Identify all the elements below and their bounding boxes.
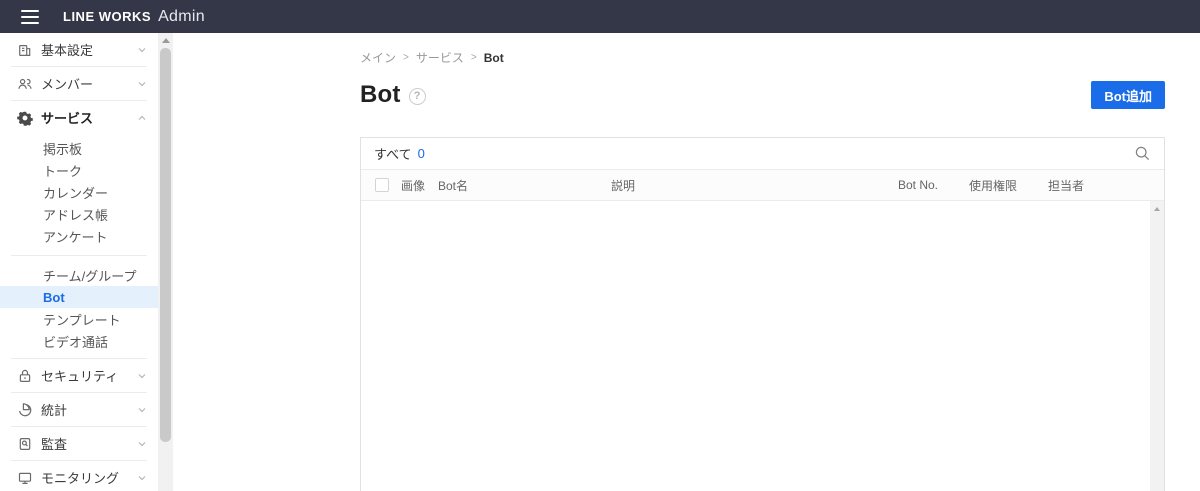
column-header-owner: 担当者 xyxy=(1048,178,1085,193)
select-all-checkbox[interactable] xyxy=(375,178,389,192)
sidebar-subitem-bot[interactable]: Bot xyxy=(0,286,158,308)
sidebar-scrollbar-thumb[interactable] xyxy=(160,48,171,442)
subitem-label: カレンダー xyxy=(43,185,109,201)
chevron-down-icon xyxy=(136,370,148,382)
product-name: Admin xyxy=(158,7,205,25)
services-submenu: 掲示板 トーク カレンダー アドレス帳 アンケート チーム/グループ Bot テ… xyxy=(0,134,158,358)
page-title: Bot xyxy=(360,81,401,108)
sidebar-subitem-team-group[interactable]: チーム/グループ xyxy=(0,264,158,286)
breadcrumb: メイン > サービス > Bot xyxy=(360,33,1165,66)
column-header-bot-no: Bot No. xyxy=(898,178,939,192)
bot-table-panel: すべて 0 画像 Bot名 説明 Bot No. 使用権限 担当者 xyxy=(360,137,1165,491)
monitor-icon xyxy=(17,470,33,486)
sidebar-subitem-survey[interactable]: アンケート xyxy=(0,225,158,247)
subitem-label: チーム/グループ xyxy=(43,268,137,284)
sidebar-item-basic-settings[interactable]: 基本設定 xyxy=(0,33,158,66)
column-header-bot-name: Bot名 xyxy=(438,178,469,193)
subitem-label: トーク xyxy=(43,163,83,179)
chevron-down-icon xyxy=(136,438,148,450)
members-icon xyxy=(17,76,33,92)
sidebar-item-audit[interactable]: 監査 xyxy=(0,427,158,460)
sidebar-item-label: メンバー xyxy=(41,77,94,92)
lock-icon xyxy=(17,368,33,384)
column-header-permission: 使用権限 xyxy=(969,178,1018,193)
hamburger-menu-icon[interactable] xyxy=(21,9,39,24)
sidebar-item-services[interactable]: サービス xyxy=(0,101,158,134)
sidebar-subitem-board[interactable]: 掲示板 xyxy=(0,137,158,159)
sidebar-subitem-template[interactable]: テンプレート xyxy=(0,308,158,330)
topbar: LINE WORKS Admin xyxy=(0,0,1200,33)
sidebar-subitem-talk[interactable]: トーク xyxy=(0,159,158,181)
chevron-up-icon xyxy=(136,112,148,124)
pie-chart-icon xyxy=(17,402,33,418)
sidebar-item-statistics[interactable]: 統計 xyxy=(0,393,158,426)
sidebar-item-monitoring[interactable]: モニタリング xyxy=(0,461,158,491)
sidebar-item-label: サービス xyxy=(41,111,94,126)
sidebar-item-label: 監査 xyxy=(41,437,68,452)
sidebar-scrollbar[interactable] xyxy=(158,33,173,491)
breadcrumb-services[interactable]: サービス xyxy=(416,49,464,66)
scroll-up-arrow-icon[interactable] xyxy=(158,33,173,47)
chevron-down-icon xyxy=(136,44,148,56)
breadcrumb-current: Bot xyxy=(483,50,504,65)
subitem-label: Bot xyxy=(43,289,65,305)
add-bot-button[interactable]: Bot追加 xyxy=(1091,81,1165,109)
table-body-empty xyxy=(361,201,1164,491)
table-header-row: 画像 Bot名 説明 Bot No. 使用権限 担当者 xyxy=(361,170,1164,201)
subitem-label: テンプレート xyxy=(43,312,121,328)
sidebar-subitem-calendar[interactable]: カレンダー xyxy=(0,181,158,203)
sidebar-item-members[interactable]: メンバー xyxy=(0,67,158,100)
chevron-down-icon xyxy=(136,472,148,484)
sidebar-item-label: 基本設定 xyxy=(41,43,94,58)
building-icon xyxy=(17,42,33,58)
sidebar: 基本設定 メンバー サービス 掲示板 トーク カレンダー アドレス帳 アンケート… xyxy=(0,33,158,491)
audit-search-icon xyxy=(17,436,33,452)
help-icon[interactable]: ? xyxy=(408,87,426,105)
brand-logo: LINE WORKS xyxy=(63,9,152,24)
submenu-divider xyxy=(11,255,147,256)
table-scrollbar[interactable] xyxy=(1150,201,1164,491)
main-content: メイン > サービス > Bot Bot ? Bot追加 すべて 0 画像 Bo… xyxy=(173,33,1200,491)
title-row: Bot ? Bot追加 xyxy=(360,81,1165,109)
chevron-down-icon xyxy=(136,78,148,90)
filter-tab-count[interactable]: 0 xyxy=(418,146,425,161)
column-header-image: 画像 xyxy=(401,178,426,193)
sidebar-item-label: 統計 xyxy=(41,403,68,418)
sidebar-item-label: セキュリティ xyxy=(41,369,119,384)
line-works-admin-window: LINE WORKS Admin 基本設定 メンバー サービス 掲示板 トーク … xyxy=(0,0,1200,491)
scroll-up-arrow-icon[interactable] xyxy=(1150,203,1164,215)
breadcrumb-separator: > xyxy=(403,51,409,64)
search-icon[interactable] xyxy=(1133,145,1151,163)
gear-icon xyxy=(17,110,33,126)
breadcrumb-separator: > xyxy=(470,51,477,64)
breadcrumb-main[interactable]: メイン xyxy=(360,49,396,66)
sidebar-item-security[interactable]: セキュリティ xyxy=(0,359,158,392)
table-filter-bar: すべて 0 xyxy=(361,138,1164,170)
sidebar-item-label: モニタリング xyxy=(41,471,120,486)
subitem-label: アンケート xyxy=(43,229,108,245)
subitem-label: アドレス帳 xyxy=(43,207,109,223)
sidebar-subitem-video-call[interactable]: ビデオ通話 xyxy=(0,330,158,352)
filter-tab-all[interactable]: すべて xyxy=(374,144,412,163)
sidebar-subitem-contacts[interactable]: アドレス帳 xyxy=(0,203,158,225)
subitem-label: ビデオ通話 xyxy=(43,334,109,350)
column-header-description: 説明 xyxy=(611,178,636,193)
chevron-down-icon xyxy=(136,404,148,416)
subitem-label: 掲示板 xyxy=(43,141,83,157)
